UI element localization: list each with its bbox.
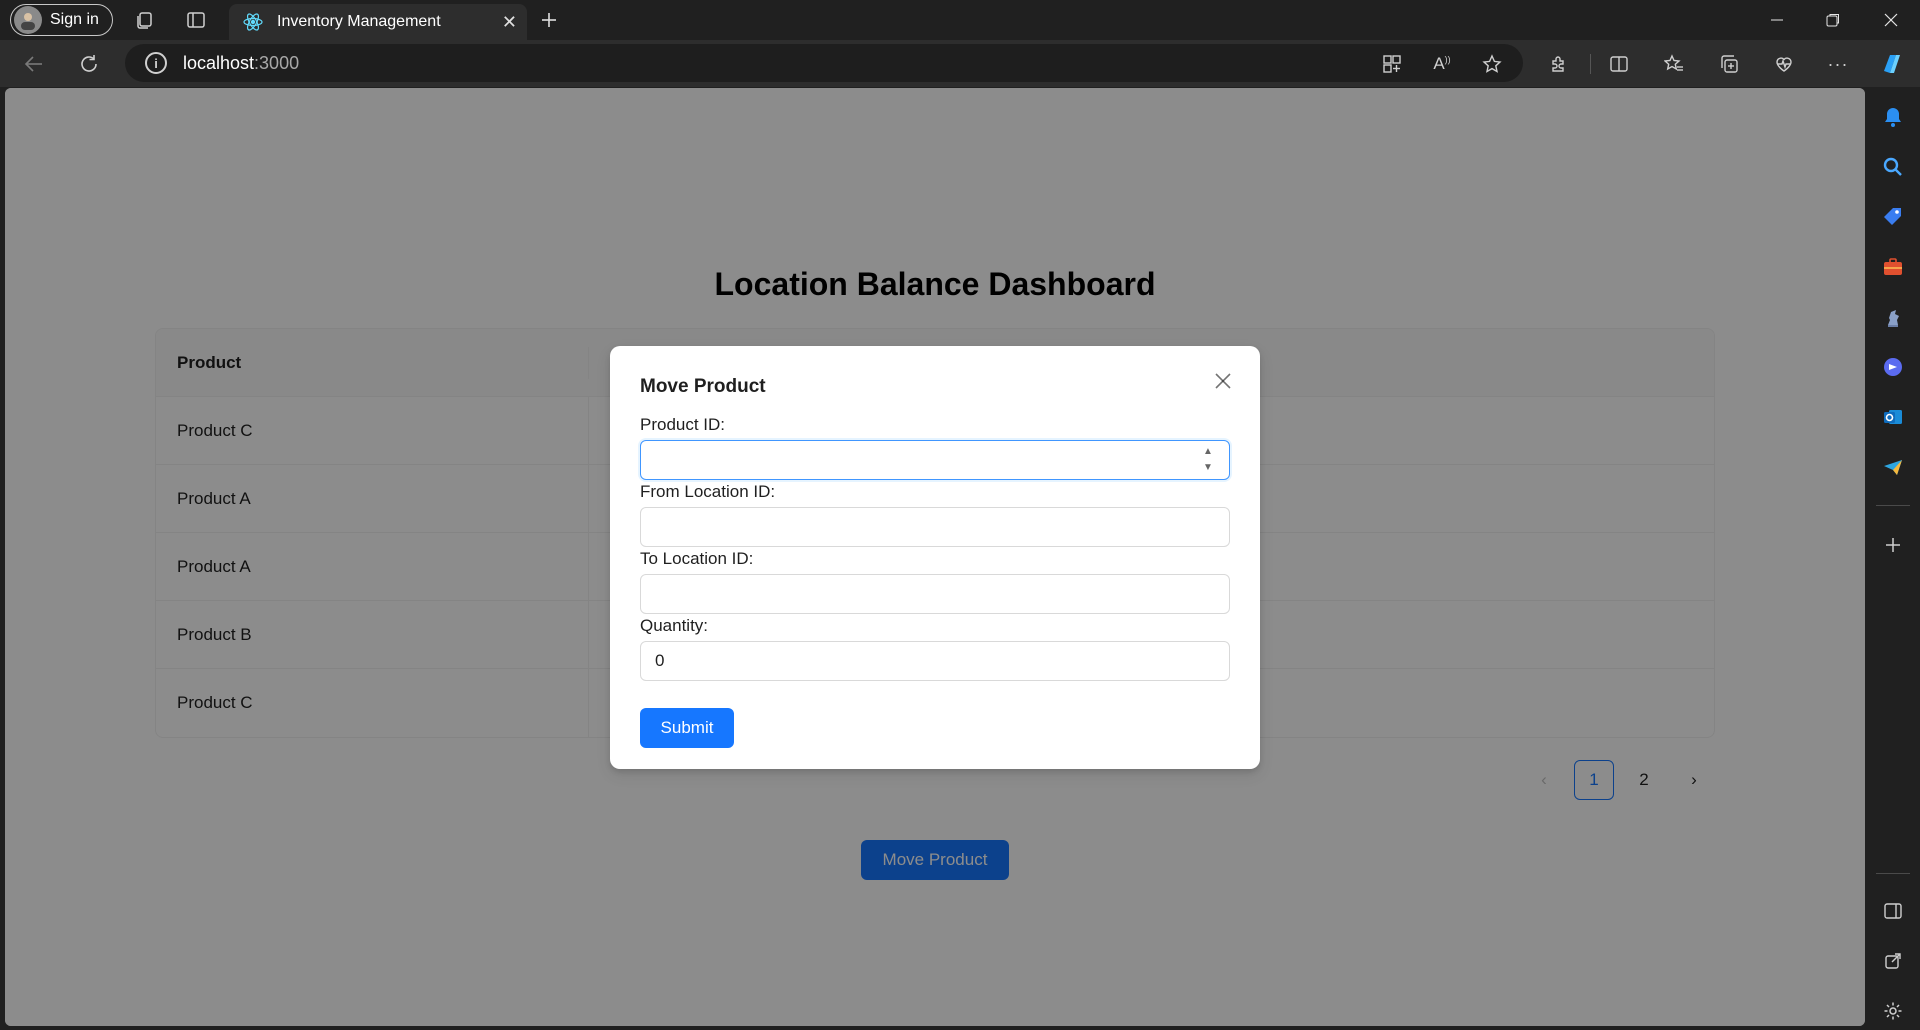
close-window-icon[interactable] [1866, 6, 1916, 34]
quantity-label: Quantity: [640, 616, 709, 635]
profile-button[interactable]: Sign in [10, 4, 113, 36]
copilot-app-icon[interactable] [1879, 353, 1907, 381]
site-info-icon[interactable]: i [145, 52, 167, 74]
avatar [14, 6, 42, 34]
tools-briefcase-icon[interactable] [1879, 253, 1907, 281]
hide-sidebar-icon[interactable] [1879, 897, 1907, 925]
favorite-star-icon[interactable] [1478, 50, 1506, 78]
sidebar-divider [1876, 505, 1910, 506]
quantity-input[interactable]: 0 [640, 641, 1230, 681]
open-external-icon[interactable] [1879, 947, 1907, 975]
number-stepper[interactable]: ▲ ▼ [1203, 445, 1217, 475]
page-viewport: Location Balance Dashboard Product Produ… [5, 88, 1865, 1026]
extensions-icon[interactable] [1545, 50, 1573, 78]
close-icon[interactable] [1208, 366, 1238, 396]
from-location-id-label: From Location ID: [640, 482, 776, 501]
url-host: localhost [183, 52, 255, 73]
from-location-id-input[interactable] [640, 507, 1230, 547]
search-icon[interactable] [1879, 153, 1907, 181]
outlook-icon[interactable] [1879, 403, 1907, 431]
restore-icon[interactable] [1808, 6, 1858, 34]
stepper-down-icon[interactable]: ▼ [1203, 461, 1217, 475]
profile-label: Sign in [50, 11, 99, 28]
favorites-icon[interactable] [1660, 50, 1688, 78]
copilot-icon[interactable] [1878, 50, 1906, 78]
workspaces-icon[interactable] [133, 8, 157, 32]
read-aloud-icon[interactable]: A)) [1428, 50, 1456, 78]
product-id-input[interactable]: ▲ ▼ [640, 440, 1230, 480]
stepper-up-icon[interactable]: ▲ [1203, 445, 1217, 459]
react-logo-icon [243, 12, 263, 32]
move-product-modal: Move Product Product ID: ▲ ▼ From Locati… [610, 346, 1260, 769]
more-options-icon[interactable]: ··· [1824, 50, 1852, 78]
add-sidebar-app-icon[interactable] [1879, 531, 1907, 559]
toolbar-divider [1590, 54, 1591, 74]
tab-inventory-management[interactable]: Inventory Management ✕ [229, 4, 527, 40]
back-icon[interactable] [18, 48, 50, 80]
modal-title: Move Product [640, 376, 766, 397]
tab-title: Inventory Management [277, 13, 441, 30]
close-tab-icon[interactable]: ✕ [502, 12, 517, 33]
games-chess-icon[interactable] [1879, 303, 1907, 331]
app-available-icon[interactable] [1378, 50, 1406, 78]
url-bar[interactable]: i localhost:3000 [125, 44, 1523, 82]
settings-gear-icon[interactable] [1879, 997, 1907, 1025]
url-port: :3000 [254, 52, 300, 73]
browser-titlebar: Sign in Inventory Management ✕ [0, 0, 1920, 40]
browser-sidebar [1866, 87, 1920, 1030]
shopping-tag-icon[interactable] [1879, 203, 1907, 231]
telegram-icon[interactable] [1879, 453, 1907, 481]
tab-actions-icon[interactable] [184, 8, 208, 32]
to-location-id-label: To Location ID: [640, 549, 754, 568]
minimize-icon[interactable] [1752, 6, 1802, 34]
collections-icon[interactable] [1715, 50, 1743, 78]
notifications-bell-icon[interactable] [1879, 103, 1907, 131]
sidebar-divider-bottom [1876, 873, 1910, 874]
browser-essentials-icon[interactable] [1770, 50, 1798, 78]
to-location-id-input[interactable] [640, 574, 1230, 614]
product-id-label: Product ID: [640, 415, 726, 434]
new-tab-icon[interactable] [537, 8, 561, 32]
quantity-value: 0 [655, 651, 665, 670]
submit-button[interactable]: Submit [640, 708, 734, 748]
split-screen-icon[interactable] [1605, 50, 1633, 78]
address-toolbar: i localhost:3000 A)) ··· [0, 40, 1920, 87]
refresh-icon[interactable] [73, 48, 105, 80]
